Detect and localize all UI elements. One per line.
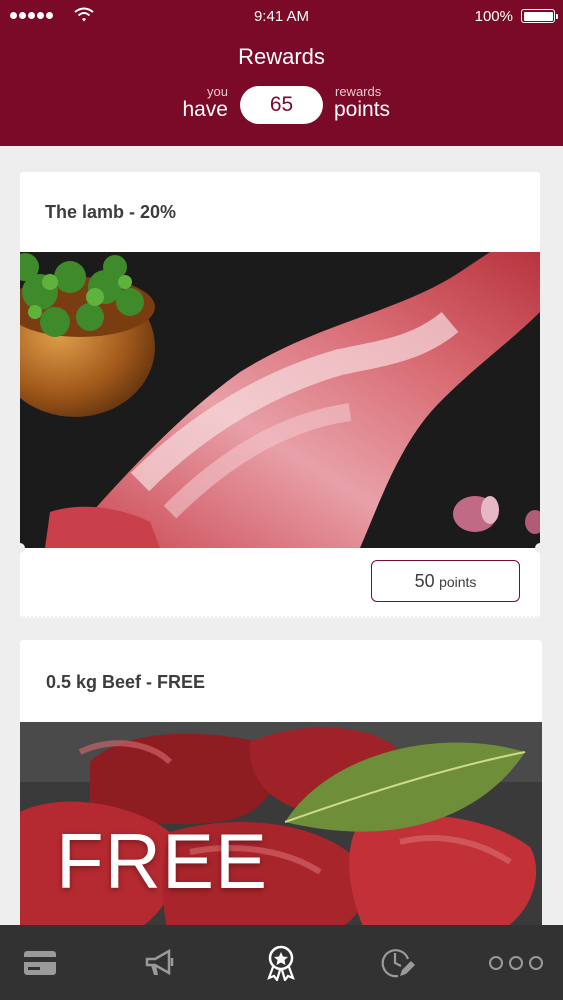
- points-summary: you have 65 rewards points: [0, 84, 563, 124]
- lamb-image: [20, 252, 540, 548]
- reward-card-beef[interactable]: 0.5 kg Beef - FREE FREE: [20, 640, 542, 940]
- beef-image: FREE: [20, 722, 542, 940]
- ticket-notch-left: [20, 543, 25, 553]
- page-title: Rewards: [238, 44, 325, 69]
- you-label: you: [207, 84, 228, 99]
- more-icon: [489, 956, 543, 970]
- points-unit: points: [439, 574, 477, 590]
- card-icon: [24, 951, 56, 975]
- rewards-header: 9:41 AM 100% Rewards you have 65 rewards…: [0, 0, 563, 146]
- reward-card-lamb[interactable]: The lamb - 20% 50 points: [20, 172, 540, 618]
- tab-announcements[interactable]: [140, 943, 180, 983]
- status-bar: 9:41 AM 100%: [0, 0, 563, 34]
- tab-rewards[interactable]: [261, 943, 301, 983]
- clock-edit-icon: [381, 949, 415, 978]
- reward-title: 0.5 kg Beef - FREE: [46, 672, 206, 692]
- reward-title: The lamb - 20%: [45, 202, 177, 222]
- ticket-edge: [20, 616, 540, 618]
- tab-history[interactable]: [378, 943, 418, 983]
- redeem-points-button[interactable]: 50 points: [371, 560, 520, 602]
- points-label: points: [334, 98, 391, 121]
- battery-icon: [521, 9, 558, 23]
- award-ribbon-icon: [267, 945, 295, 981]
- tab-more[interactable]: [488, 943, 544, 983]
- points-cost: 50: [414, 571, 435, 591]
- battery-percent: 100%: [474, 8, 513, 25]
- have-label: have: [182, 98, 228, 121]
- rewards-label: rewards: [335, 84, 382, 99]
- free-overlay-text: FREE: [56, 817, 269, 905]
- tab-bar: [0, 925, 563, 1000]
- tab-cards[interactable]: [20, 943, 60, 983]
- points-balance: 65: [240, 86, 323, 124]
- megaphone-icon: [145, 948, 174, 976]
- ticket-notch-right: [535, 543, 540, 553]
